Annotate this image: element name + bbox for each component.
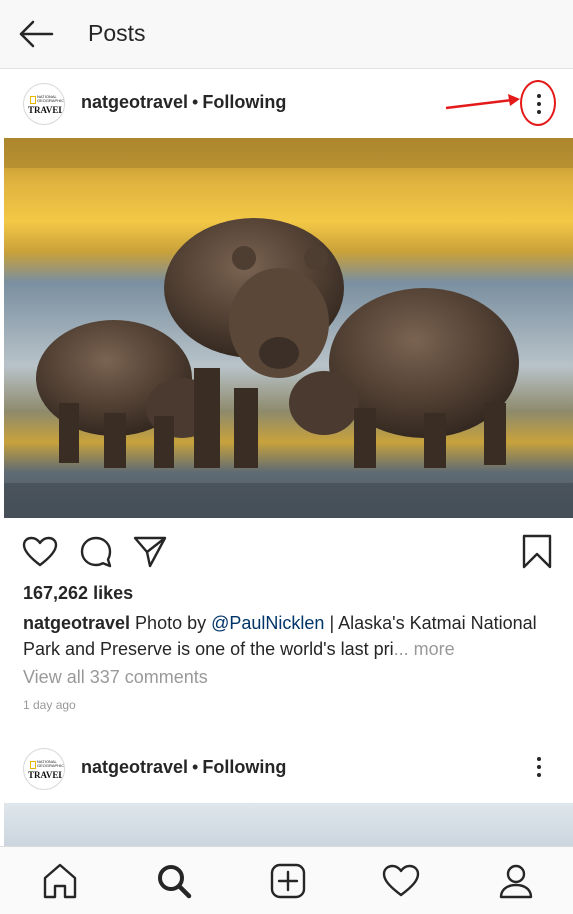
more-options-button[interactable] (527, 749, 551, 785)
bookmark-icon (522, 534, 552, 569)
avatar-brand-large: TRAVEL (28, 105, 65, 115)
comment-button[interactable] (79, 535, 113, 574)
mention-link[interactable]: @PaulNicklen (211, 613, 324, 633)
natgeo-logo-icon (30, 761, 36, 769)
following-status[interactable]: Following (202, 92, 286, 112)
caption-ellipsis: ... (393, 639, 409, 659)
comment-icon (80, 536, 112, 568)
page-title: Posts (88, 20, 146, 46)
more-link[interactable]: more (414, 639, 455, 659)
avatar[interactable]: NATIONAL GEOGRAPHIC TRAVEL (23, 83, 65, 125)
activity-heart-icon (382, 864, 420, 897)
following-status[interactable]: Following (202, 757, 286, 777)
post-author: natgeotravel • Following (81, 757, 286, 778)
nav-add-post[interactable] (268, 861, 308, 901)
avatar-brand-large: TRAVEL (28, 770, 65, 780)
nav-search[interactable] (154, 861, 194, 901)
bottom-nav (0, 846, 573, 914)
caption-text-before: Photo by (130, 613, 212, 633)
avatar[interactable]: NATIONAL GEOGRAPHIC TRAVEL (23, 748, 65, 790)
save-button[interactable] (522, 534, 552, 575)
add-post-icon (270, 863, 306, 899)
post-timestamp: 1 day ago (23, 698, 76, 712)
like-button[interactable] (22, 536, 58, 573)
view-comments-link[interactable]: View all 337 comments (23, 667, 208, 688)
nav-home[interactable] (40, 861, 80, 901)
separator-dot: • (192, 757, 199, 777)
annotation-arrow-icon (445, 94, 520, 110)
send-icon (133, 536, 167, 568)
profile-icon (499, 864, 533, 899)
post-photo[interactable] (4, 138, 573, 518)
separator-dot: • (192, 92, 199, 112)
caption-username[interactable]: natgeotravel (23, 613, 130, 633)
share-button[interactable] (133, 535, 167, 574)
heart-icon (22, 536, 58, 567)
post-caption: natgeotravel Photo by @PaulNicklen | Ala… (23, 610, 555, 662)
post-author: natgeotravel • Following (81, 92, 286, 113)
home-icon (43, 863, 77, 899)
post-header: NATIONAL GEOGRAPHIC TRAVEL natgeotravel •… (0, 735, 573, 805)
search-icon (158, 865, 192, 899)
back-button[interactable] (18, 18, 54, 50)
post-actions (0, 530, 573, 574)
username-link[interactable]: natgeotravel (81, 92, 188, 112)
avatar-brand-small: NATIONAL GEOGRAPHIC (37, 759, 65, 768)
top-bar: Posts (0, 0, 573, 69)
annotation-circle (520, 80, 556, 126)
nav-activity[interactable] (381, 861, 421, 901)
avatar-brand-small: NATIONAL GEOGRAPHIC (37, 94, 65, 103)
likes-count[interactable]: 167,262 likes (23, 583, 133, 604)
nav-profile[interactable] (496, 861, 536, 901)
arrow-left-icon (19, 20, 54, 48)
username-link[interactable]: natgeotravel (81, 757, 188, 777)
natgeo-logo-icon (30, 96, 36, 104)
